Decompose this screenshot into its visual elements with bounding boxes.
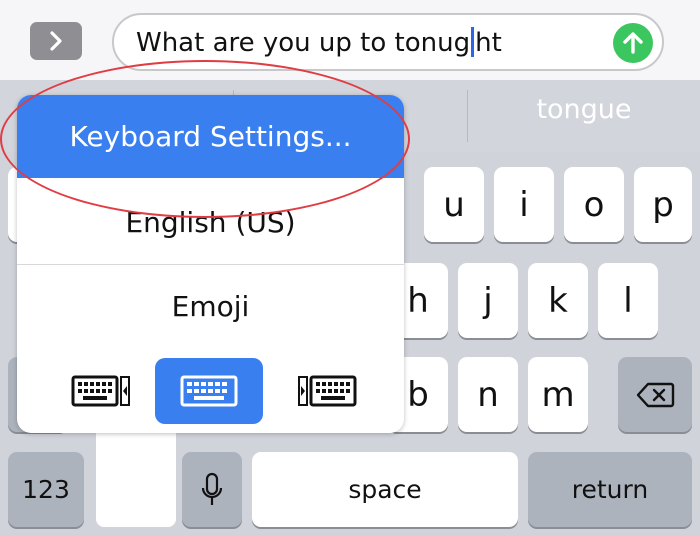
dictation-key[interactable]	[182, 452, 242, 527]
key-k[interactable]: k	[528, 263, 588, 338]
message-input-bar: What are you up to tonug ht	[0, 0, 700, 80]
key-j[interactable]: j	[458, 263, 518, 338]
return-key[interactable]: return	[528, 452, 692, 527]
key-p[interactable]: p	[634, 167, 692, 242]
keyboard-right-button[interactable]	[273, 358, 381, 424]
suggestion-word[interactable]: tongue	[468, 94, 700, 125]
key-u[interactable]: u	[424, 167, 484, 242]
space-key[interactable]: space	[252, 452, 518, 527]
backspace-icon	[636, 382, 675, 407]
text-caret	[471, 27, 475, 57]
microphone-icon	[201, 472, 223, 505]
message-text: What are you up to tonug ht	[136, 27, 502, 58]
menu-item-keyboard-settings[interactable]: Keyboard Settings...	[17, 95, 404, 178]
key-m[interactable]: m	[528, 357, 588, 432]
send-button[interactable]	[613, 23, 653, 63]
numbers-key[interactable]: 123	[8, 452, 84, 527]
message-text-field[interactable]: What are you up to tonug ht	[112, 13, 664, 71]
keyboard-full-icon	[180, 375, 238, 407]
expand-apps-button[interactable]	[30, 22, 82, 60]
keyboard-right-icon	[298, 375, 357, 407]
menu-item-emoji[interactable]: Emoji	[17, 265, 404, 349]
key-o[interactable]: o	[564, 167, 624, 242]
keyboard-full-button[interactable]	[155, 358, 263, 424]
key-n[interactable]: n	[458, 357, 518, 432]
keyboard-switcher-menu: Keyboard Settings... English (US) Emoji	[17, 95, 404, 433]
delete-key[interactable]	[618, 357, 692, 432]
key-l[interactable]: l	[598, 263, 658, 338]
key-i[interactable]: i	[494, 167, 554, 242]
keyboard-left-button[interactable]	[47, 358, 155, 424]
keyboard-left-icon	[71, 375, 130, 407]
menu-item-english-us[interactable]: English (US)	[17, 181, 404, 265]
globe-key-highlight[interactable]	[96, 425, 176, 527]
arrow-up-icon	[623, 32, 643, 54]
chevron-right-icon	[50, 31, 62, 51]
